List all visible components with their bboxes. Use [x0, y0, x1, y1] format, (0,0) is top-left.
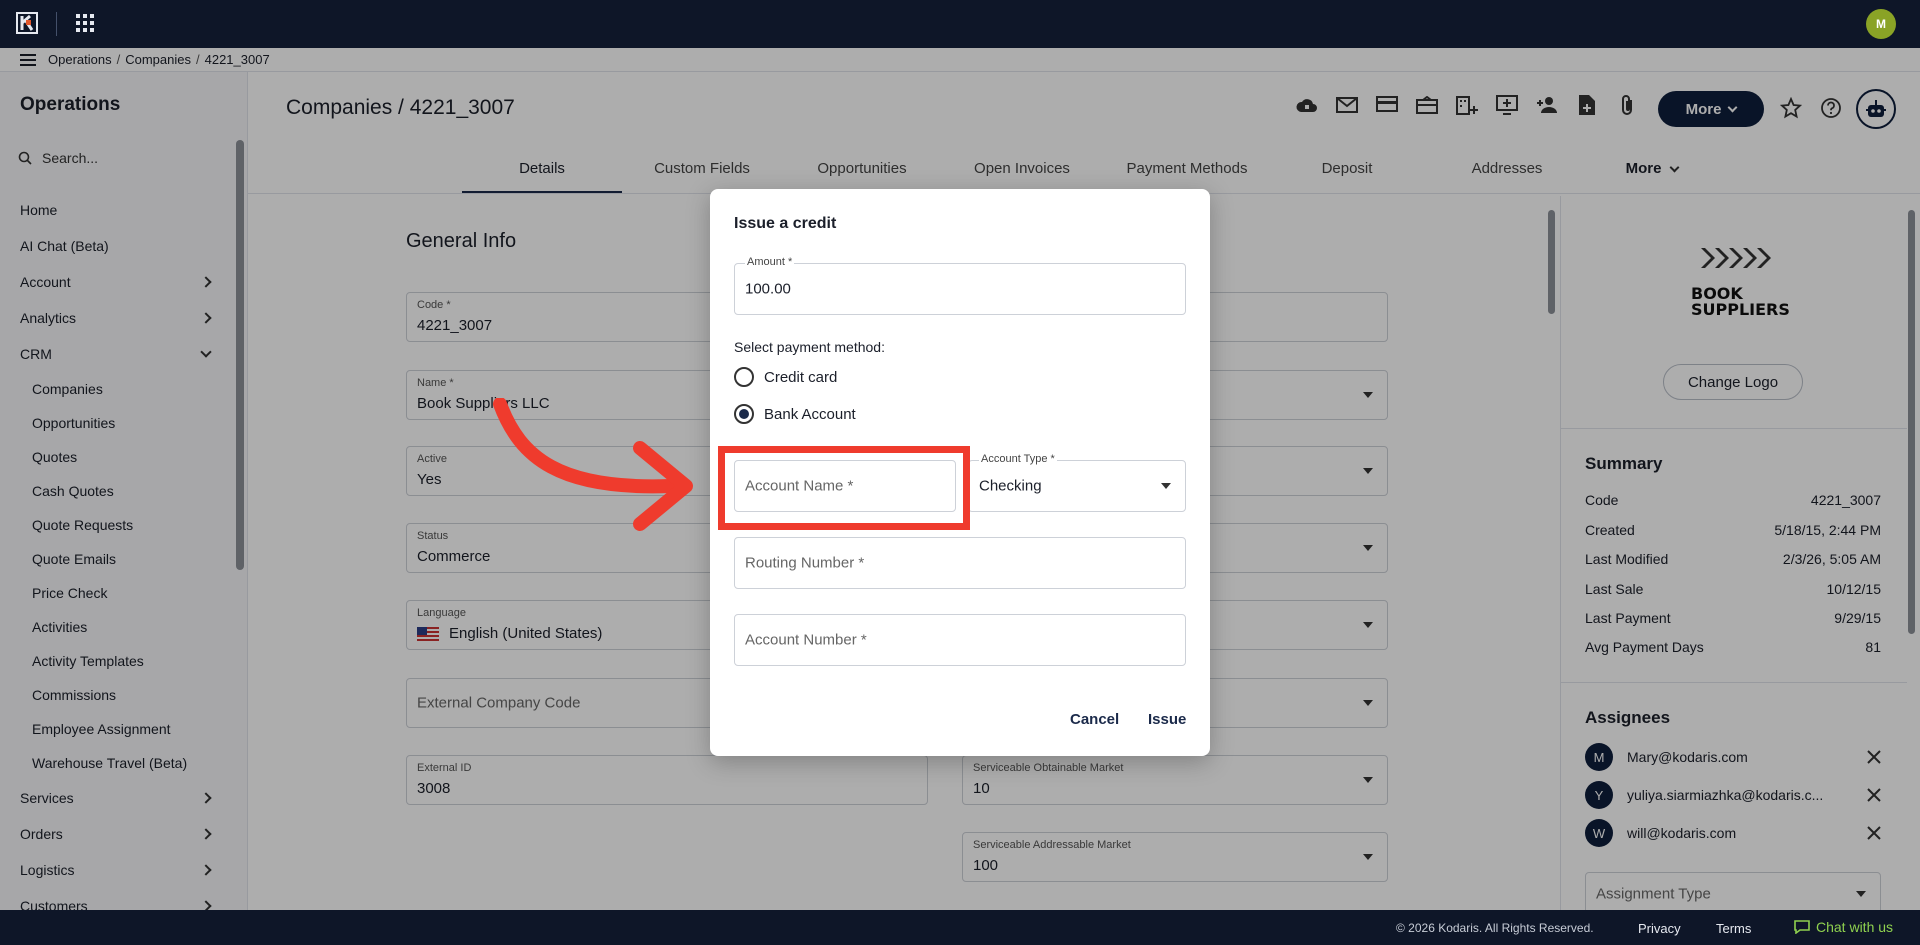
privacy-link[interactable]: Privacy	[1638, 921, 1681, 936]
annotation-highlight-box	[718, 446, 970, 530]
top-bar: M	[0, 0, 1920, 48]
amount-value: 100.00	[745, 280, 791, 298]
account-number-field[interactable]: Account Number *	[734, 614, 1186, 666]
issue-button[interactable]: Issue	[1148, 711, 1186, 728]
radio-button[interactable]	[734, 367, 754, 387]
kodaris-logo-icon[interactable]	[16, 12, 38, 34]
copyright: © 2026 Kodaris. All Rights Reserved.	[1396, 921, 1594, 935]
cancel-button[interactable]: Cancel	[1070, 711, 1119, 728]
dropdown-arrow-icon	[1161, 483, 1171, 489]
topbar-divider	[56, 12, 57, 36]
footer: © 2026 Kodaris. All Rights Reserved. Pri…	[0, 910, 1920, 945]
radio-bank-account[interactable]: Bank Account	[734, 404, 856, 424]
radio-credit-card[interactable]: Credit card	[734, 367, 837, 387]
radio-label: Bank Account	[764, 405, 856, 423]
account-type-select[interactable]: Account Type * Checking	[968, 453, 1186, 512]
user-avatar[interactable]: M	[1866, 9, 1896, 39]
radio-label: Credit card	[764, 368, 838, 386]
dialog-title: Issue a credit	[734, 215, 837, 232]
annotation-arrow-icon	[493, 398, 693, 531]
chat-label: Chat with us	[1816, 919, 1894, 935]
amount-field[interactable]: Amount * 100.00	[734, 256, 1186, 315]
terms-link[interactable]: Terms	[1716, 921, 1751, 936]
account-number-placeholder: Account Number *	[745, 631, 867, 649]
radio-button-checked[interactable]	[734, 404, 754, 424]
routing-number-placeholder: Routing Number *	[745, 554, 865, 572]
chat-button[interactable]: Chat with us	[1794, 919, 1893, 935]
payment-method-label: Select payment method:	[734, 339, 885, 355]
account-type-label: Account Type *	[979, 453, 1057, 465]
amount-label: Amount *	[745, 256, 795, 268]
account-type-value: Checking	[979, 477, 1042, 495]
apps-grid-icon[interactable]	[76, 14, 94, 32]
routing-number-field[interactable]: Routing Number *	[734, 537, 1186, 589]
chat-icon	[1794, 920, 1810, 934]
